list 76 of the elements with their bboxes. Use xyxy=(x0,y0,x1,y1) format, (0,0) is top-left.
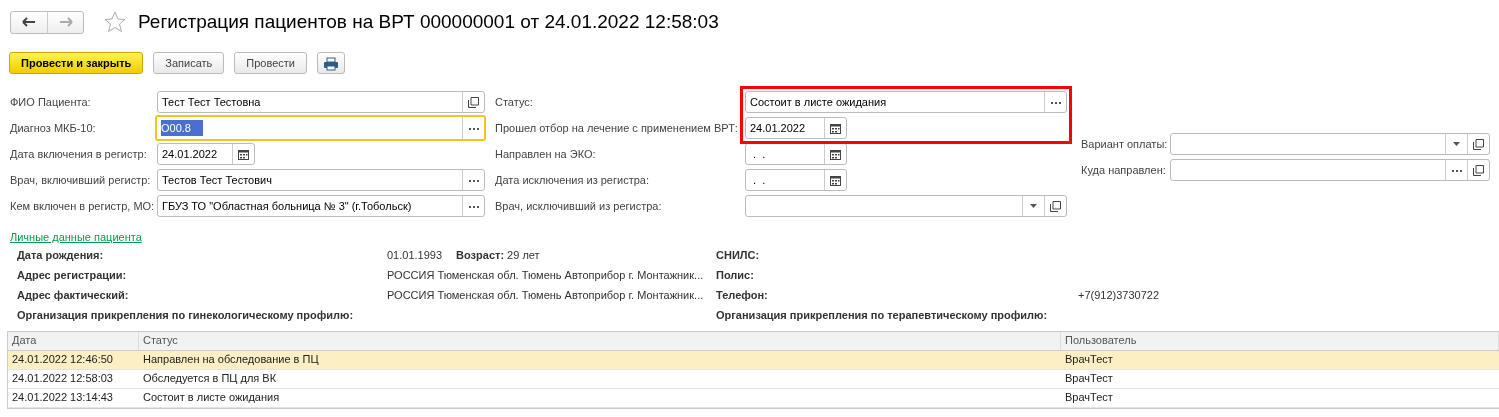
input-field[interactable]: O00.8 xyxy=(155,115,486,141)
info-value: РОССИЯ Тюменская обл. Тюмень Автоприбор г. Монтажник... xyxy=(387,268,704,284)
window-title: Регистрация пациентов на ВРТ 000000001 от 24.01.2022 12:58:03 xyxy=(138,9,719,34)
table-cell-text: Направлен на обследование в ПЦ xyxy=(142,352,320,368)
calendar-icon xyxy=(830,148,841,160)
input-field[interactable]: ГБУЗ ТО "Областная больница № 3" (г.Тобольск) xyxy=(157,195,485,217)
input-field[interactable] xyxy=(1170,159,1490,181)
info-value: +7(912)3730722 xyxy=(1078,289,1160,302)
table-cell-text: ВрачТест xyxy=(1064,390,1114,406)
table-cell-text: 24.01.2022 12:46:50 xyxy=(11,352,114,368)
input-field[interactable]: 24.01.2022 xyxy=(157,143,255,165)
table-row[interactable]: 24.01.2022 12:58:03 Обследуется в ПЦ для ВК ВрачТест xyxy=(8,369,1499,389)
field-label: Прошел отбор на лечение с применением ВРТ: xyxy=(495,120,739,136)
column-header: Статус xyxy=(139,331,1061,350)
info-label: Телефон: xyxy=(716,288,769,304)
info-value: РОССИЯ Тюменская обл. Тюмень Автоприбор г. Монтажник... xyxy=(387,288,704,304)
calendar-icon xyxy=(830,122,841,134)
star-icon[interactable] xyxy=(104,11,126,33)
table-cell-text: ВрачТест xyxy=(1064,371,1114,387)
open-icon xyxy=(1050,200,1061,212)
table-row[interactable]: 24.01.2022 13:14:43 Состоит в листе ожидания ВрачТест xyxy=(8,388,1499,408)
input-field[interactable]: 24.01.2022 xyxy=(745,117,847,139)
field-label: Дата включения в регистр: xyxy=(10,146,148,162)
input-field[interactable] xyxy=(745,195,1067,217)
info-label: Организация прикрепления по терапевтическому профилю: xyxy=(716,308,1049,324)
ellipsis-icon xyxy=(1451,168,1462,172)
field-label: Врач, включивший регистр: xyxy=(10,172,152,188)
open-icon xyxy=(1473,164,1484,176)
print-button[interactable] xyxy=(317,52,345,74)
table-cell-text: 24.01.2022 12:58:03 xyxy=(11,371,114,387)
toolbar-button[interactable]: Провести xyxy=(234,52,307,74)
post-and-close-button[interactable]: Провести и закрыть xyxy=(9,52,144,74)
info-label: Полис: xyxy=(716,268,755,284)
field-label: Направлен на ЭКО: xyxy=(495,146,597,162)
open-icon xyxy=(468,96,479,108)
table-cell-text: 24.01.2022 13:14:43 xyxy=(11,390,114,406)
field-label: Статус: xyxy=(495,94,534,110)
field-label: Врач, исключивший из регистра: xyxy=(495,198,663,214)
column-header: Дата xyxy=(8,331,139,350)
field-label: ФИО Пациента: xyxy=(10,94,92,110)
column-header: Пользователь xyxy=(1061,331,1499,350)
field-label: Диагноз МКБ-10: xyxy=(10,120,97,136)
ellipsis-icon xyxy=(468,204,479,208)
open-icon xyxy=(1473,138,1484,150)
printer-icon xyxy=(323,56,339,71)
input-field[interactable]: Тестов Тест Тестович xyxy=(157,169,485,191)
table-cell-text: ВрачТест xyxy=(1064,352,1114,368)
table-cell-text: Состоит в листе ожидания xyxy=(142,390,281,406)
info-label: СНИЛС: xyxy=(716,248,761,264)
field-label: Дата исключения из регистра: xyxy=(495,172,650,188)
info-label: Адрес регистрации: xyxy=(17,268,128,284)
ellipsis-icon xyxy=(468,126,479,130)
info-value: 01.01.1993 xyxy=(387,248,443,264)
arrow-right-icon xyxy=(58,17,73,27)
input-field[interactable]: Состоит в листе ожидания xyxy=(745,91,1067,113)
field-label: Вариант оплаты: xyxy=(1081,136,1169,152)
input-field[interactable]: Тест Тест Тестовна xyxy=(157,91,485,113)
input-field[interactable]: . . xyxy=(745,169,847,191)
personal-data-link[interactable]: Личные данные пациента xyxy=(10,231,142,243)
ellipsis-icon xyxy=(1050,100,1061,104)
field-label: Куда направлен: xyxy=(1081,162,1167,178)
age-text: Возраст: 29 лет xyxy=(456,248,540,264)
info-label: Организация прикрепления по гинекологическому профилю: xyxy=(17,308,355,324)
calendar-icon xyxy=(830,174,841,186)
dropdown-arrow-icon xyxy=(1030,204,1037,208)
dropdown-arrow-icon xyxy=(1453,142,1460,146)
info-label: Адрес фактический: xyxy=(17,288,130,304)
field-label: Кем включен в регистр, МО: xyxy=(10,198,156,214)
arrow-left-icon xyxy=(22,17,36,27)
input-field[interactable] xyxy=(1170,133,1490,155)
toolbar-button[interactable]: Записать xyxy=(153,52,225,74)
table-cell-text: Обследуется в ПЦ для ВК xyxy=(142,371,278,387)
calendar-icon xyxy=(238,148,249,160)
input-field[interactable]: . . xyxy=(745,143,847,165)
info-label: Дата рождения: xyxy=(17,248,105,264)
ellipsis-icon xyxy=(468,178,479,182)
